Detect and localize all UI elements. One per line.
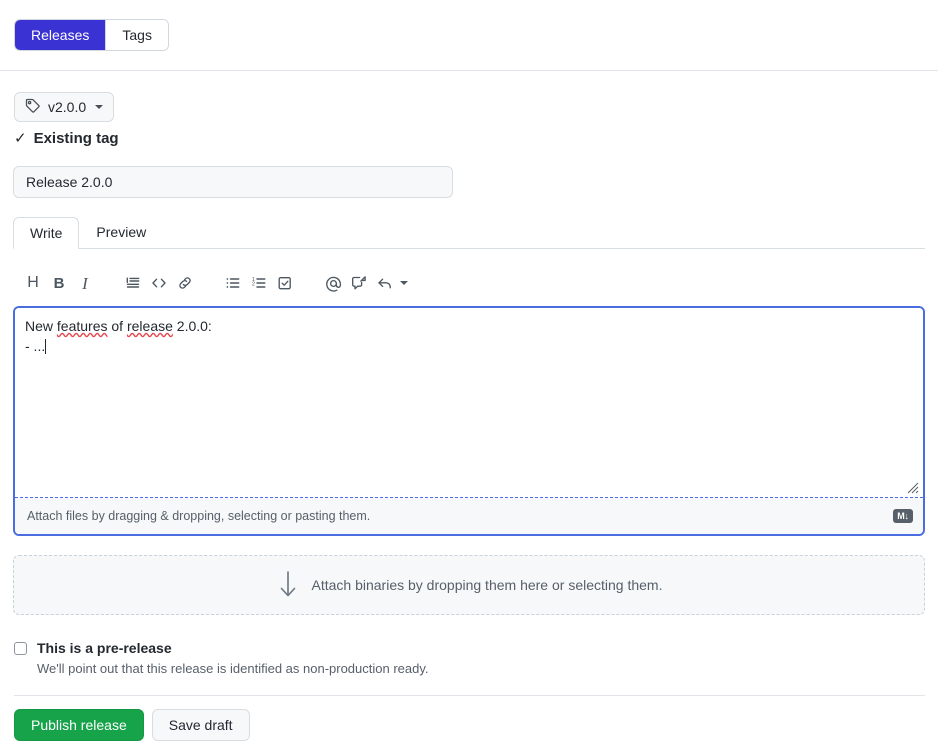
save-draft-button[interactable]: Save draft [151,709,250,741]
markdown-icon[interactable]: M↓ [893,509,913,523]
attach-files-text: Attach files by dragging & dropping, sel… [27,509,371,523]
tab-releases[interactable]: Releases [15,20,106,50]
release-body-editor: New features of release 2.0.0: - ... Att… [13,306,925,536]
tab-preview[interactable]: Preview [79,216,163,248]
body-line-1: New features of release 2.0.0: [25,318,212,334]
release-body-textarea[interactable]: New features of release 2.0.0: - ... [15,308,923,501]
saved-reply-icon[interactable] [372,270,398,296]
unordered-list-icon[interactable] [220,270,246,296]
attach-files-footer: Attach files by dragging & dropping, sel… [15,498,923,534]
prerelease-description: We'll point out that this release is ide… [37,661,429,676]
markdown-toolbar: H B I 1 2 [20,269,408,297]
tag-selector-value: v2.0.0 [48,99,87,115]
prerelease-checkbox[interactable] [14,641,27,655]
footer-divider [14,695,925,696]
check-icon: ✓ [14,130,27,147]
publish-release-button[interactable]: Publish release [14,709,144,741]
prerelease-row: This is a pre-release [14,640,614,656]
tag-selector-button[interactable]: v2.0.0 [14,92,115,122]
ordered-list-icon[interactable]: 1 2 [246,270,272,296]
header-divider [0,70,938,71]
releases-tags-switch: Releases Tags [14,19,169,51]
segmented-control: Releases Tags [14,19,169,51]
link-icon[interactable] [172,270,198,296]
bold-icon[interactable]: B [46,270,72,296]
release-title-input[interactable] [13,166,453,198]
chevron-down-icon [95,105,104,109]
body-line-2: - ... [25,338,47,354]
tab-write[interactable]: Write [13,217,80,249]
prerelease-label: This is a pre-release [37,640,172,656]
existing-tag-status: ✓ Existing tag [14,129,119,148]
task-list-icon[interactable] [272,270,298,296]
svg-text:2: 2 [252,281,255,287]
form-actions: Publish release Save draft [14,709,250,741]
text-cursor [45,339,47,354]
tab-tags[interactable]: Tags [105,20,168,50]
italic-icon[interactable]: I [72,270,98,296]
code-icon[interactable] [146,270,172,296]
binaries-dropzone[interactable]: Attach binaries by dropping them here or… [13,555,925,615]
binaries-dropzone-text: Attach binaries by dropping them here or… [311,577,663,593]
existing-tag-label: Existing tag [33,129,119,147]
mention-icon[interactable] [320,270,346,296]
saved-reply-caret-icon[interactable] [400,281,408,285]
arrow-down-icon [276,569,300,602]
release-form-page: Releases Tags v2.0.0 ✓ Existing tag Writ… [0,0,938,750]
editor-tab-bar: Write Preview [13,216,925,249]
cross-reference-icon[interactable] [346,270,372,296]
heading-icon[interactable]: H [20,270,46,296]
tag-icon [25,98,41,117]
quote-icon[interactable] [120,270,146,296]
prerelease-section: This is a pre-release We'll point out th… [14,640,614,676]
